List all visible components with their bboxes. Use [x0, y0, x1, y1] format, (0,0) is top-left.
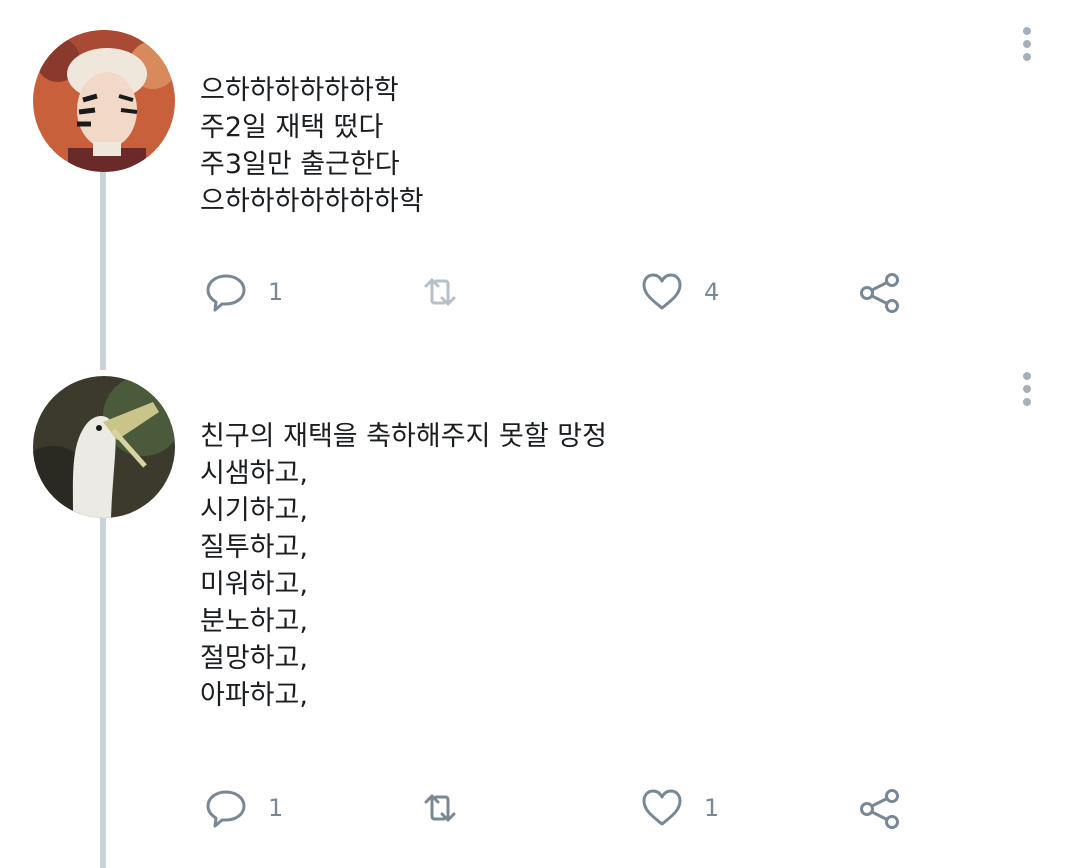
- tweet-text-line: 절망하고,: [200, 643, 308, 674]
- share-icon: [860, 789, 899, 829]
- tweet-text-line: 질투하고,: [200, 532, 308, 563]
- reply-count: 1: [268, 278, 284, 306]
- tweet-text-line: 주2일 재택 떴다: [200, 112, 384, 143]
- like-icon: [642, 273, 682, 310]
- reply-button[interactable]: 1: [204, 270, 283, 314]
- like-button[interactable]: 4: [640, 270, 719, 314]
- share-button[interactable]: [858, 270, 902, 314]
- tweet-text-line: 시샘하고,: [200, 458, 308, 489]
- tweet-text-line: 주3일만 출근한다: [200, 149, 400, 180]
- reply-button[interactable]: 1: [204, 786, 283, 830]
- retweet-icon: [424, 794, 456, 822]
- avatar-image: [33, 30, 175, 172]
- tweet-text-line: 시기하고,: [200, 495, 308, 526]
- tweet: 으하하하하하하학 주2일 재택 떴다 주3일만 출근한다 으하하하하하하하학 1…: [0, 0, 1080, 372]
- tweet-actions: 1 4: [204, 270, 924, 314]
- tweet-text-line: 미워하고,: [200, 569, 308, 600]
- avatar-image: [33, 376, 175, 518]
- reply-icon: [206, 790, 246, 828]
- tweet-text-line: 친구의 재택을 축하해주지 못할 망정: [200, 421, 607, 452]
- retweet-icon: [424, 278, 456, 306]
- like-count: 1: [704, 794, 720, 822]
- tweet-text-line: 으하하하하하하하학: [200, 186, 424, 217]
- tweet-text-line: 으하하하하하하학: [200, 75, 399, 106]
- like-count: 4: [704, 278, 720, 306]
- tweet-text-line: 아파하고,: [200, 680, 308, 711]
- tweet-text-line: 분노하고,: [200, 606, 308, 637]
- avatar[interactable]: [33, 376, 175, 518]
- like-icon: [642, 789, 682, 826]
- thread-line: [100, 518, 106, 868]
- thread-line: [100, 172, 106, 370]
- more-options-button[interactable]: [1016, 372, 1038, 412]
- reply-icon: [206, 274, 246, 312]
- retweet-button[interactable]: [418, 270, 482, 314]
- tweet: 친구의 재택을 축하해주지 못할 망정 시샘하고, 시기하고, 질투하고, 미워…: [0, 372, 1080, 868]
- tweet-text: 친구의 재택을 축하해주지 못할 망정 시샘하고, 시기하고, 질투하고, 미워…: [200, 418, 607, 714]
- avatar[interactable]: [33, 30, 175, 172]
- tweet-text: 으하하하하하하학 주2일 재택 떴다 주3일만 출근한다 으하하하하하하하학: [200, 72, 424, 220]
- reply-count: 1: [268, 794, 284, 822]
- more-options-button[interactable]: [1016, 27, 1038, 67]
- share-icon: [860, 273, 899, 313]
- tweet-actions: 1 1: [204, 786, 924, 830]
- share-button[interactable]: [858, 786, 902, 830]
- retweet-button[interactable]: [418, 786, 482, 830]
- like-button[interactable]: 1: [640, 786, 719, 830]
